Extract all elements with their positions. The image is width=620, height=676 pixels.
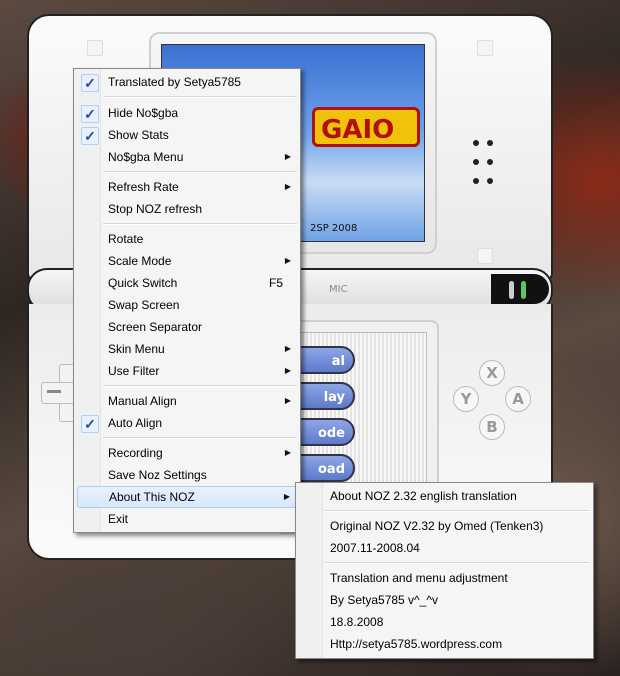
mic-label: MIC bbox=[329, 284, 348, 295]
about-item-author[interactable]: By Setya5785 v^_^v bbox=[299, 589, 590, 611]
submenu-arrow-icon: ▶ bbox=[284, 182, 291, 191]
shortcut-label: F5 bbox=[268, 276, 283, 290]
check-icon: ✓ bbox=[81, 415, 99, 433]
context-menu: ✓ Translated by Setya5785 ✓ Hide No$gba … bbox=[73, 68, 301, 533]
submenu-arrow-icon: ▶ bbox=[284, 396, 291, 405]
menu-item-use-filter[interactable]: Use Filter ▶ bbox=[77, 360, 297, 382]
check-icon: ✓ bbox=[81, 74, 99, 92]
menu-item-screen-separator[interactable]: Screen Separator bbox=[77, 316, 297, 338]
menu-item-show-stats[interactable]: ✓ Show Stats bbox=[77, 124, 297, 146]
menu-item-nosgba-menu[interactable]: No$gba Menu ▶ bbox=[77, 146, 297, 168]
submenu-arrow-icon: ▶ bbox=[283, 492, 290, 501]
menu-item-hide-nosgba[interactable]: ✓ Hide No$gba bbox=[77, 102, 297, 124]
menu-separator bbox=[103, 223, 297, 225]
check-icon: ✓ bbox=[81, 105, 99, 123]
menu-separator bbox=[103, 385, 297, 387]
menu-item-save-noz-settings[interactable]: Save Noz Settings bbox=[77, 464, 297, 486]
game-copyright: 2SP 2008 bbox=[310, 223, 358, 234]
menu-item-rotate[interactable]: Rotate bbox=[77, 228, 297, 250]
menu-item-recording[interactable]: Recording ▶ bbox=[77, 442, 297, 464]
b-button[interactable]: B bbox=[479, 414, 505, 440]
menu-separator bbox=[103, 437, 297, 439]
menu-item-refresh-rate[interactable]: Refresh Rate ▶ bbox=[77, 176, 297, 198]
corner-button bbox=[477, 248, 493, 264]
menu-item-scale-mode[interactable]: Scale Mode ▶ bbox=[77, 250, 297, 272]
menu-item-translated-by[interactable]: ✓ Translated by Setya5785 bbox=[77, 71, 297, 93]
submenu-arrow-icon: ▶ bbox=[284, 152, 291, 161]
submenu-arrow-icon: ▶ bbox=[284, 366, 291, 375]
about-item-date[interactable]: 18.8.2008 bbox=[299, 611, 590, 633]
power-led-icon bbox=[491, 274, 549, 304]
menu-item-stop-noz-refresh[interactable]: Stop NOZ refresh bbox=[77, 198, 297, 220]
menu-item-auto-align[interactable]: ✓ Auto Align bbox=[77, 412, 297, 434]
menu-separator bbox=[325, 562, 590, 564]
about-item-translation[interactable]: Translation and menu adjustment bbox=[299, 567, 590, 589]
submenu-arrow-icon: ▶ bbox=[284, 344, 291, 353]
corner-button bbox=[477, 40, 493, 56]
game-logo: GAIO bbox=[312, 107, 420, 147]
menu-item-exit[interactable]: Exit bbox=[77, 508, 297, 530]
menu-item-skin-menu[interactable]: Skin Menu ▶ bbox=[77, 338, 297, 360]
menu-separator bbox=[103, 171, 297, 173]
about-item-original[interactable]: Original NOZ V2.32 by Omed (Tenken3) bbox=[299, 515, 590, 537]
speaker-grille-icon bbox=[469, 134, 509, 191]
submenu-arrow-icon: ▶ bbox=[284, 256, 291, 265]
corner-button bbox=[87, 40, 103, 56]
about-item-dates[interactable]: 2007.11-2008.04 bbox=[299, 537, 590, 559]
y-button[interactable]: Y bbox=[453, 386, 479, 412]
about-submenu: About NOZ 2.32 english translation Origi… bbox=[295, 482, 594, 659]
menu-item-manual-align[interactable]: Manual Align ▶ bbox=[77, 390, 297, 412]
menu-item-about-this-noz[interactable]: About This NOZ ▶ bbox=[77, 486, 297, 508]
check-icon: ✓ bbox=[81, 127, 99, 145]
menu-separator bbox=[325, 510, 590, 512]
menu-separator bbox=[103, 96, 297, 98]
about-item-version[interactable]: About NOZ 2.32 english translation bbox=[299, 485, 590, 507]
x-button[interactable]: X bbox=[479, 360, 505, 386]
a-button[interactable]: A bbox=[505, 386, 531, 412]
menu-item-quick-switch[interactable]: Quick Switch F5 bbox=[77, 272, 297, 294]
submenu-arrow-icon: ▶ bbox=[284, 448, 291, 457]
about-item-website[interactable]: Http://setya5785.wordpress.com bbox=[299, 633, 590, 655]
menu-item-swap-screen[interactable]: Swap Screen bbox=[77, 294, 297, 316]
